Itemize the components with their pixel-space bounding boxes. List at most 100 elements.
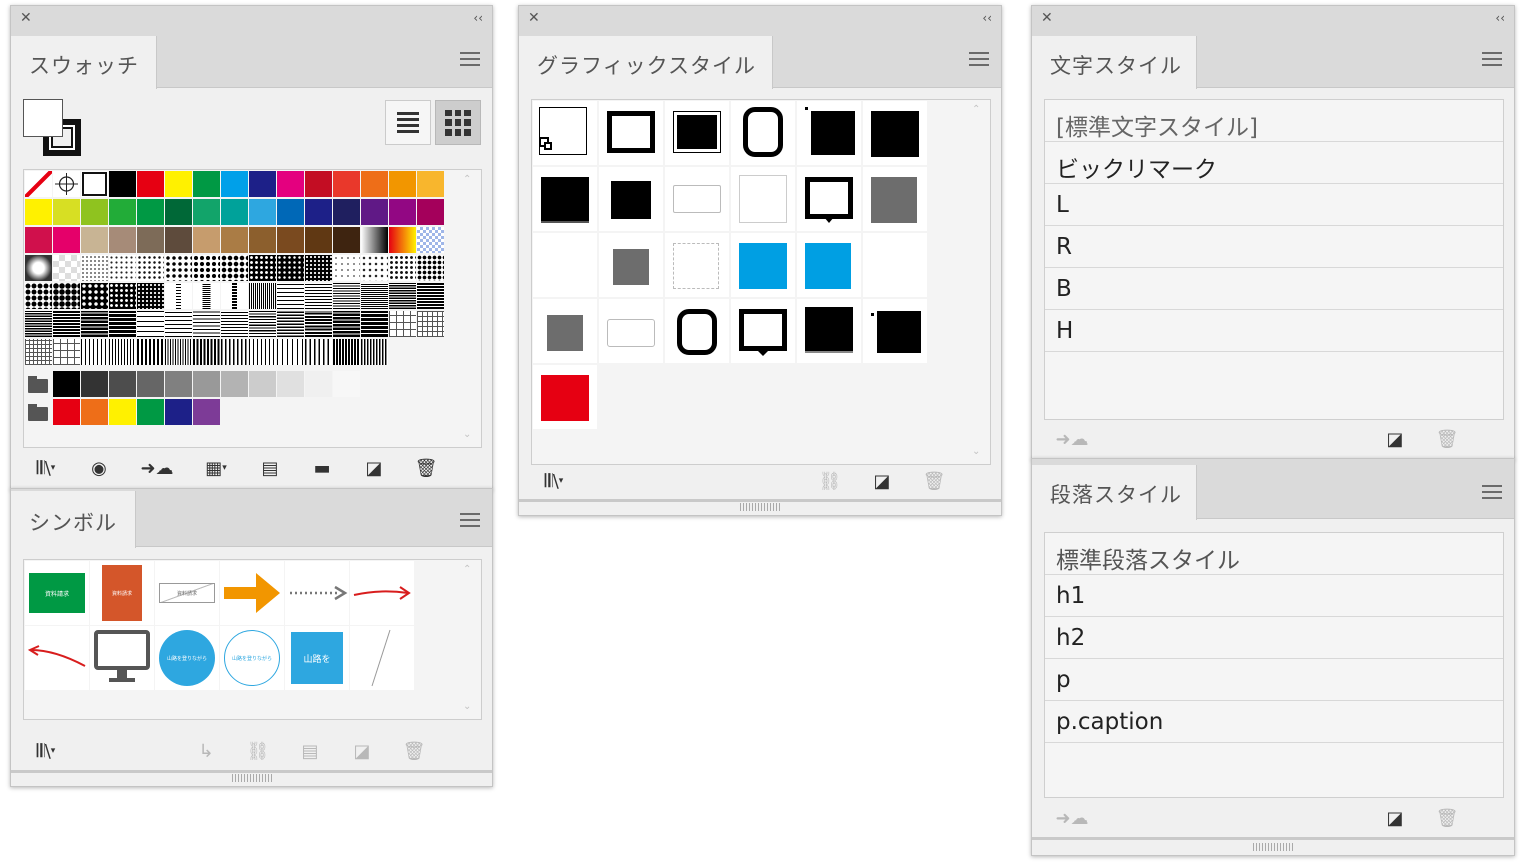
- swatch[interactable]: [165, 227, 192, 253]
- registration-swatch[interactable]: [53, 171, 80, 197]
- swatch[interactable]: [221, 371, 248, 397]
- swatch[interactable]: [137, 171, 164, 197]
- pattern-swatch[interactable]: [417, 255, 444, 281]
- pattern-swatch[interactable]: [165, 339, 192, 365]
- symbol-tile[interactable]: 山路を登りながら: [220, 626, 284, 690]
- pattern-swatch[interactable]: [221, 255, 248, 281]
- swatch[interactable]: [25, 227, 52, 253]
- tab-paragraph-styles[interactable]: 段落スタイル: [1032, 465, 1197, 520]
- pattern-swatch[interactable]: [221, 311, 248, 337]
- pattern-swatch[interactable]: [137, 311, 164, 337]
- swatch[interactable]: [361, 199, 388, 225]
- tab-graphic-styles[interactable]: グラフィックスタイル: [519, 36, 773, 89]
- swatch-libraries-icon[interactable]: 𝄃𝄃\ ▾: [31, 455, 61, 481]
- pattern-swatch[interactable]: [361, 311, 388, 337]
- swatch[interactable]: [81, 371, 108, 397]
- swatch[interactable]: [221, 227, 248, 253]
- pattern-swatch[interactable]: [305, 255, 332, 281]
- pattern-swatch[interactable]: [389, 255, 416, 281]
- new-swatch-icon[interactable]: ◪: [359, 455, 389, 481]
- delete-paragraph-style-icon[interactable]: 🗑: [1432, 805, 1462, 831]
- swatch[interactable]: [165, 199, 192, 225]
- gradient-swatch[interactable]: [361, 227, 388, 253]
- swatch[interactable]: [53, 371, 80, 397]
- scroll-up-icon[interactable]: ⌃: [463, 565, 475, 575]
- graphic-style-swatch[interactable]: [797, 167, 861, 231]
- symbol-tile[interactable]: 資料請求: [155, 561, 219, 625]
- pattern-swatch[interactable]: [137, 255, 164, 281]
- color-group-folder-icon[interactable]: [25, 399, 52, 425]
- resize-grip[interactable]: [740, 503, 780, 511]
- delete-swatch-icon[interactable]: 🗑: [411, 455, 441, 481]
- pattern-swatch[interactable]: [25, 255, 52, 281]
- symbol-tile[interactable]: [90, 626, 154, 690]
- swatch[interactable]: [277, 371, 304, 397]
- swatch[interactable]: [389, 199, 416, 225]
- graphic-style-swatch[interactable]: [599, 299, 663, 363]
- swatch[interactable]: [81, 227, 108, 253]
- pattern-swatch[interactable]: [221, 283, 248, 309]
- swatch[interactable]: [25, 199, 52, 225]
- swatch[interactable]: [109, 227, 136, 253]
- pattern-swatch[interactable]: [249, 283, 276, 309]
- pattern-swatch[interactable]: [81, 283, 108, 309]
- pattern-swatch[interactable]: [249, 311, 276, 337]
- graphic-style-swatch[interactable]: [665, 299, 729, 363]
- delete-character-style-icon[interactable]: 🗑: [1432, 426, 1462, 452]
- list-item[interactable]: H: [1045, 310, 1503, 352]
- list-item[interactable]: p: [1045, 659, 1503, 701]
- close-icon[interactable]: ✕: [20, 10, 32, 26]
- swatch[interactable]: [53, 199, 80, 225]
- pattern-swatch[interactable]: [389, 283, 416, 309]
- graphic-style-swatch[interactable]: [599, 101, 663, 165]
- list-item[interactable]: L: [1045, 184, 1503, 226]
- tab-character-styles[interactable]: 文字スタイル: [1032, 36, 1197, 89]
- new-color-group-icon[interactable]: ▬: [307, 455, 337, 481]
- swatch[interactable]: [249, 227, 276, 253]
- swatch[interactable]: [333, 371, 360, 397]
- collapse-icon[interactable]: ‹‹: [1495, 10, 1505, 26]
- panel-menu-icon[interactable]: [969, 52, 989, 70]
- swatch[interactable]: [165, 171, 192, 197]
- symbol-tile[interactable]: [220, 561, 284, 625]
- swatch[interactable]: [193, 399, 220, 425]
- pattern-swatch[interactable]: [193, 339, 220, 365]
- pattern-swatch[interactable]: [193, 283, 220, 309]
- swatch[interactable]: [137, 227, 164, 253]
- swatch[interactable]: [193, 371, 220, 397]
- collapse-icon[interactable]: ‹‹: [982, 10, 992, 26]
- graphic-style-swatch[interactable]: [599, 167, 663, 231]
- break-link-icon[interactable]: ⛓: [243, 738, 273, 764]
- pattern-swatch[interactable]: [277, 255, 304, 281]
- panel-menu-icon[interactable]: [460, 52, 480, 70]
- pattern-swatch[interactable]: [25, 283, 52, 309]
- scroll-down-icon[interactable]: ⌄: [463, 430, 475, 440]
- pattern-swatch[interactable]: [165, 255, 192, 281]
- symbol-tile[interactable]: 山路を登りながら: [155, 626, 219, 690]
- white-swatch[interactable]: [81, 171, 108, 197]
- swatch[interactable]: [333, 227, 360, 253]
- symbol-libraries-icon[interactable]: 𝄃𝄃\ ▾: [31, 738, 61, 764]
- scroll-up-icon[interactable]: ⌃: [463, 175, 475, 185]
- list-view-button[interactable]: [385, 100, 431, 145]
- gradient-swatch[interactable]: [417, 227, 444, 253]
- swatch-options-icon[interactable]: ▤: [255, 455, 285, 481]
- pattern-swatch[interactable]: [137, 283, 164, 309]
- pattern-swatch[interactable]: [361, 339, 388, 365]
- gradient-swatch[interactable]: [389, 227, 416, 253]
- graphic-style-libraries-icon[interactable]: 𝄃𝄃\ ▾: [539, 468, 569, 494]
- swatch[interactable]: [417, 199, 444, 225]
- panel-menu-icon[interactable]: [1482, 485, 1502, 503]
- symbol-tile[interactable]: [350, 561, 414, 625]
- none-swatch[interactable]: [25, 171, 52, 197]
- swatch[interactable]: [305, 199, 332, 225]
- pattern-swatch[interactable]: [81, 255, 108, 281]
- pattern-swatch[interactable]: [333, 339, 360, 365]
- new-graphic-style-icon[interactable]: ◪: [867, 468, 897, 494]
- cloud-sync-icon[interactable]: ➜☁: [135, 455, 179, 481]
- swatch[interactable]: [221, 199, 248, 225]
- graphic-style-swatch[interactable]: [863, 167, 927, 231]
- close-icon[interactable]: ✕: [1041, 10, 1053, 26]
- graphic-style-swatch[interactable]: [665, 167, 729, 231]
- grid-view-button[interactable]: [435, 100, 481, 145]
